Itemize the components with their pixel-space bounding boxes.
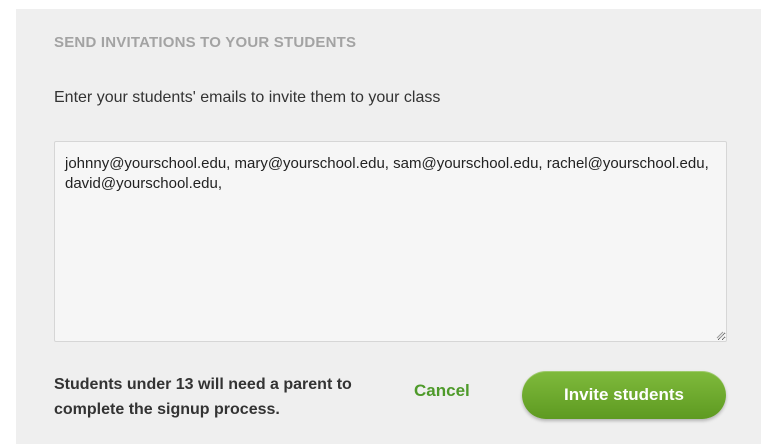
student-emails-textarea[interactable]: johnny@yourschool.edu, mary@yourschool.e… [54, 141, 727, 342]
email-textarea-wrapper: johnny@yourschool.edu, mary@yourschool.e… [54, 141, 727, 342]
invite-students-button[interactable]: Invite students [522, 371, 726, 419]
age-notice: Students under 13 will need a parent to … [54, 376, 352, 418]
section-title: SEND INVITATIONS TO YOUR STUDENTS [54, 34, 357, 51]
invite-students-panel: SEND INVITATIONS TO YOUR STUDENTS Enter … [16, 9, 761, 444]
cancel-button[interactable]: Cancel [414, 381, 470, 401]
instructions-text: Enter your students' emails to invite th… [54, 89, 441, 106]
